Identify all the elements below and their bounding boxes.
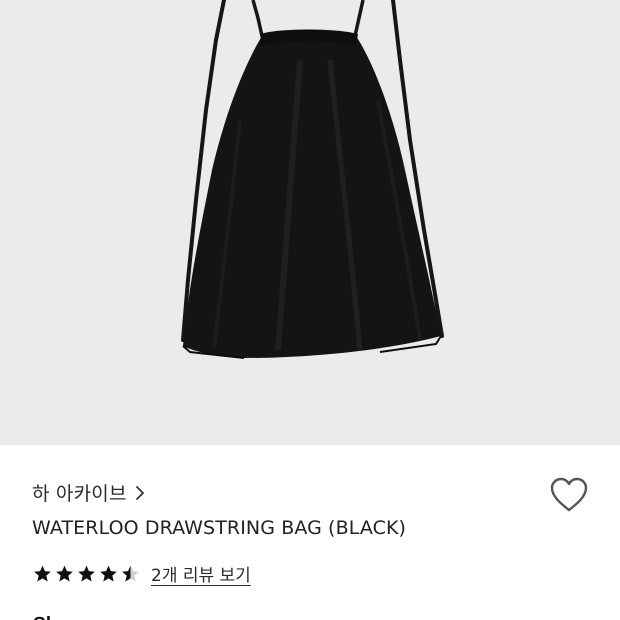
star-full-icon <box>56 565 73 581</box>
star-rating <box>32 564 141 584</box>
product-detail-page: 하 아카이브 WATERLOO DRAWSTRING BAG (BLACK) 2… <box>0 0 620 620</box>
star-half-icon <box>122 565 139 581</box>
price: 원 <box>32 610 52 620</box>
chevron-right-icon <box>135 485 144 500</box>
product-info: 하 아카이브 WATERLOO DRAWSTRING BAG (BLACK) 2… <box>0 445 620 620</box>
heart-icon <box>550 477 588 512</box>
drawstring-bag-image <box>181 0 444 359</box>
star-full-icon <box>78 565 95 581</box>
wishlist-button[interactable] <box>548 475 590 515</box>
rating-row: 2개 리뷰 보기 <box>32 561 251 586</box>
product-image[interactable] <box>0 0 620 445</box>
brand-name: 하 아카이브 <box>32 483 127 505</box>
star-full-icon <box>34 565 51 581</box>
product-title: WATERLOO DRAWSTRING BAG (BLACK) <box>32 517 407 539</box>
review-link[interactable]: 2개 리뷰 보기 <box>151 561 251 586</box>
brand-link[interactable]: 하 아카이브 <box>32 479 147 506</box>
star-full-icon <box>100 565 117 581</box>
